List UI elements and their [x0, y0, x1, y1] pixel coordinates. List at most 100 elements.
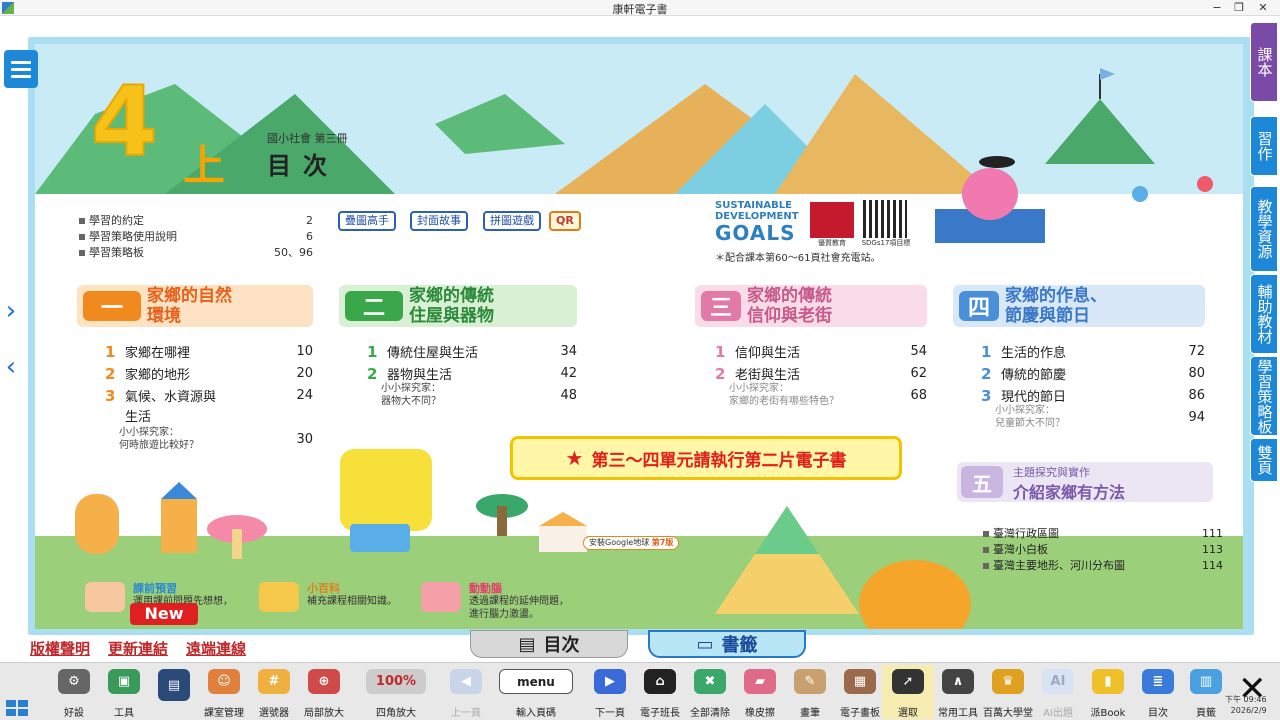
- next-page-icon: ▶: [594, 669, 626, 694]
- tools-tool[interactable]: ▣ 工具: [98, 665, 150, 719]
- tab-textbook[interactable]: 課本: [1250, 22, 1278, 102]
- toc-bottom-tab[interactable]: ▤ 目次: [470, 630, 628, 658]
- encyclopedia-icon: [259, 582, 299, 612]
- save-icon: ▤: [158, 669, 190, 701]
- save-tool[interactable]: ▤: [148, 665, 200, 719]
- toc-tool[interactable]: ≣ 目次: [1132, 665, 1184, 719]
- number-picker-icon: #: [258, 669, 290, 694]
- tab-icon: ▥: [1190, 669, 1222, 694]
- intro-item[interactable]: 學習的約定 2: [79, 212, 313, 228]
- eraser-icon: ▰: [744, 669, 776, 694]
- close-window-button[interactable]: ✕: [1252, 0, 1274, 16]
- windows-start-icon[interactable]: [6, 700, 28, 716]
- qr-code-icon[interactable]: [863, 200, 907, 238]
- toc-heading: 目次: [267, 152, 339, 180]
- prev-page-tool[interactable]: ◀ 上一頁: [440, 665, 492, 719]
- lesson-item[interactable]: 1 信仰與生活 54: [715, 340, 927, 362]
- restore-button[interactable]: ❐: [1228, 0, 1250, 16]
- minimize-button[interactable]: −: [1206, 0, 1228, 16]
- lesson-item[interactable]: 3 氣候、水資源與 24: [105, 384, 313, 406]
- overlay-map-chip[interactable]: 疊圖高手: [338, 211, 396, 231]
- pen-tool[interactable]: ✎ 畫筆: [784, 665, 836, 719]
- unit-2-header[interactable]: 二 家鄉的傳統 住屋與器物: [339, 285, 577, 327]
- tab-strategy-board[interactable]: 學習策略板: [1250, 356, 1278, 436]
- brainstorm-icon: [421, 582, 461, 612]
- zoom-area-tool[interactable]: ⊕ 局部放大: [298, 665, 350, 719]
- lesson-item[interactable]: 1 生活的作息 72: [981, 340, 1205, 362]
- system-clock: 下午 09:46 2026/2/9: [1225, 695, 1267, 715]
- zoom-corner-tool[interactable]: 100% 四角放大: [360, 665, 432, 719]
- bookmark-icon: ▭: [696, 633, 714, 655]
- book-subtitle: 國小社會 第三冊: [267, 132, 348, 145]
- unit-4-header[interactable]: 四 家鄉的作息、 節慶與節日: [953, 285, 1205, 327]
- eraser-tool[interactable]: ▰ 橡皮擦: [734, 665, 786, 719]
- copyright-link[interactable]: 版權聲明: [30, 638, 90, 659]
- gear-icon: ⚙: [58, 669, 90, 694]
- footer-links: 版權聲明 更新連結 遠端連線: [30, 638, 246, 659]
- appendix-item[interactable]: 臺灣行政區圖 111: [983, 525, 1223, 541]
- next-page-arrow-icon[interactable]: ›: [2, 296, 20, 326]
- book-icon: ▮: [1092, 669, 1124, 694]
- zoom-percent-icon: 100%: [366, 669, 426, 694]
- next-page-tool[interactable]: ▶ 下一頁: [584, 665, 636, 719]
- classroom-tool[interactable]: ☺ 課室管理: [198, 665, 250, 719]
- tab-double-page[interactable]: 雙頁: [1250, 438, 1278, 482]
- appendix-item[interactable]: 臺灣小白板 113: [983, 541, 1223, 557]
- qr-caption: SDGs17項目標: [861, 239, 911, 247]
- intro-list: 學習的約定 2 學習策略使用說明 6 學習策略板 50、96: [79, 212, 313, 260]
- lesson-item[interactable]: 1 家鄉在哪裡 10: [105, 340, 313, 362]
- ai-question-tool[interactable]: AI AI出題: [1032, 665, 1084, 719]
- cursor-icon: ➚: [892, 669, 924, 694]
- drawing-board-tool[interactable]: ▦ 電子畫板: [834, 665, 886, 719]
- unit-3-lessons: 1 信仰與生活 54 2 老街與生活 62 小小探究家： 家鄉的老街有哪些特色？ 68: [715, 340, 927, 408]
- clear-all-tool[interactable]: ✖ 全部清除: [684, 665, 736, 719]
- tab-supplementary[interactable]: 輔助教材: [1250, 274, 1278, 354]
- window-title: 康軒電子書: [612, 3, 668, 16]
- intro-item[interactable]: 學習策略使用說明 6: [79, 228, 313, 244]
- ebook-page: 4 上 國小社會 第三冊 目次 學習的約定 2 學習策略使用說明 6 學習策略板 50…: [35, 44, 1243, 629]
- cover-story-chip[interactable]: 封面故事: [410, 211, 468, 231]
- class-monitor-tool[interactable]: ⌂ 電子班長: [634, 665, 686, 719]
- lesson-item[interactable]: 2 器物與生活 42: [367, 362, 577, 384]
- pai-book-tool[interactable]: ▮ 派Book: [1082, 665, 1134, 719]
- lesson-item[interactable]: 2 傳統的節慶 80: [981, 362, 1205, 384]
- unit-4-lessons: 1 生活的作息 72 2 傳統的節慶 80 3 現代的節日 86 小小探究家： 兒童節大不同？…: [981, 340, 1205, 430]
- tab-teaching-resources[interactable]: 教學資源: [1250, 186, 1278, 272]
- update-link[interactable]: 更新連結: [108, 638, 168, 659]
- bookmark-bottom-tab[interactable]: ▭ 書籤: [648, 630, 806, 658]
- prev-page-arrow-icon[interactable]: ‹: [2, 352, 20, 382]
- hamburger-menu-button[interactable]: [4, 50, 38, 88]
- number-picker-tool[interactable]: # 選號器: [248, 665, 300, 719]
- unit-5-header[interactable]: 五 主題探究與實作 介紹家鄉有方法: [957, 462, 1213, 502]
- classroom-icon: ☺: [208, 669, 240, 694]
- ai-icon: AI: [1042, 669, 1074, 694]
- tab-workbook[interactable]: 習作: [1250, 116, 1278, 176]
- legend-brainstorm: 動動腦 透過課程的延伸問題， 進行腦力激盪。: [421, 582, 569, 621]
- appendix-item[interactable]: 臺灣主要地形、河川分布圖 114: [983, 557, 1223, 573]
- explore-item[interactable]: 小小探究家： 兒童節大不同？ 94: [981, 405, 1205, 429]
- common-tools-tool[interactable]: ∧ 常用工具: [932, 665, 984, 719]
- lesson-item[interactable]: 2 老街與生活 62: [715, 362, 927, 384]
- lesson-item[interactable]: 2 家鄉的地形 20: [105, 362, 313, 384]
- sdg-badge-caption: 優質教育: [818, 239, 846, 247]
- qr-chip[interactable]: QR: [549, 211, 581, 231]
- preview-icon: [85, 582, 125, 612]
- quiz-game-tool[interactable]: ♛ 百萬大學堂: [982, 665, 1034, 719]
- explore-item[interactable]: 小小探究家： 家鄉的老街有哪些特色？ 68: [715, 383, 927, 407]
- settings-tool[interactable]: ⚙ 好設: [48, 665, 100, 719]
- explore-item[interactable]: 小小探究家： 何時旅遊比較好？ 30: [105, 427, 313, 451]
- unit-3-header[interactable]: 三 家鄉的傳統 信仰與老街: [695, 285, 927, 327]
- graduation-cap-icon: ⌂: [644, 669, 676, 694]
- page-input-tool[interactable]: menu 輸入頁碼: [496, 665, 576, 719]
- explore-item[interactable]: 小小探究家： 器物大不同？ 48: [367, 383, 577, 407]
- puzzle-game-chip[interactable]: 拼圖遊戲: [483, 211, 541, 231]
- compass-icon: ∧: [942, 669, 974, 694]
- unit-1-header[interactable]: 一 家鄉的自然 環境: [77, 285, 313, 327]
- lesson-item[interactable]: 3 現代的節日 86: [981, 384, 1205, 406]
- google-earth-tag[interactable]: 安裝Google地球 第7版: [583, 536, 680, 550]
- select-tool[interactable]: ➚ 選取: [882, 665, 934, 719]
- easel-icon: ▦: [844, 669, 876, 694]
- remote-link[interactable]: 遠端連線: [186, 638, 246, 659]
- lesson-item[interactable]: 1 傳統住屋與生活 34: [367, 340, 577, 362]
- intro-item[interactable]: 學習策略板 50、96: [79, 244, 313, 260]
